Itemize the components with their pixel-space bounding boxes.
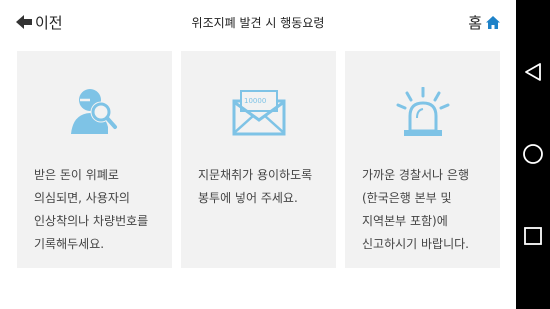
guide-cards: 받은 돈이 위폐로 의심되면, 사용자의 인상착의나 차량번호를 기록해두세요.…	[17, 51, 500, 268]
nav-back-icon[interactable]	[522, 61, 544, 83]
nav-recents-icon[interactable]	[522, 225, 544, 247]
card-report: 가까운 경찰서나 은행(한국은행 본부 및 지역본부 포함)에 신고하시기 바랍…	[345, 51, 500, 268]
home-icon	[486, 15, 500, 29]
page-title: 위조지폐 발견 시 행동요령	[191, 16, 325, 30]
nav-home-icon[interactable]	[522, 143, 544, 165]
banknote-text: 10000	[244, 97, 266, 105]
header-bar: 이전 위조지폐 발견 시 행동요령 홈	[0, 0, 516, 44]
card-text: 지문채취가 용이하도록 봉투에 넣어 주세요.	[198, 168, 313, 205]
home-button[interactable]: 홈	[468, 12, 500, 32]
card-text: 가까운 경찰서나 은행(한국은행 본부 및 지역본부 포함)에 신고하시기 바랍…	[362, 168, 469, 251]
person-search-icon	[17, 87, 172, 137]
envelope-banknote-icon: 10000	[181, 87, 336, 137]
home-label: 홈	[468, 13, 482, 32]
card-record-suspect: 받은 돈이 위폐로 의심되면, 사용자의 인상착의나 차량번호를 기록해두세요.	[17, 51, 172, 268]
android-nav-bar	[516, 0, 550, 309]
card-envelope: 10000 지문채취가 용이하도록 봉투에 넣어 주세요.	[181, 51, 336, 268]
app-screen: 이전 위조지폐 발견 시 행동요령 홈 받은 돈이 위폐로 의심되면, 사용자의…	[0, 0, 516, 309]
alarm-siren-icon	[345, 87, 500, 137]
card-text: 받은 돈이 위폐로 의심되면, 사용자의 인상착의나 차량번호를 기록해두세요.	[34, 168, 149, 251]
